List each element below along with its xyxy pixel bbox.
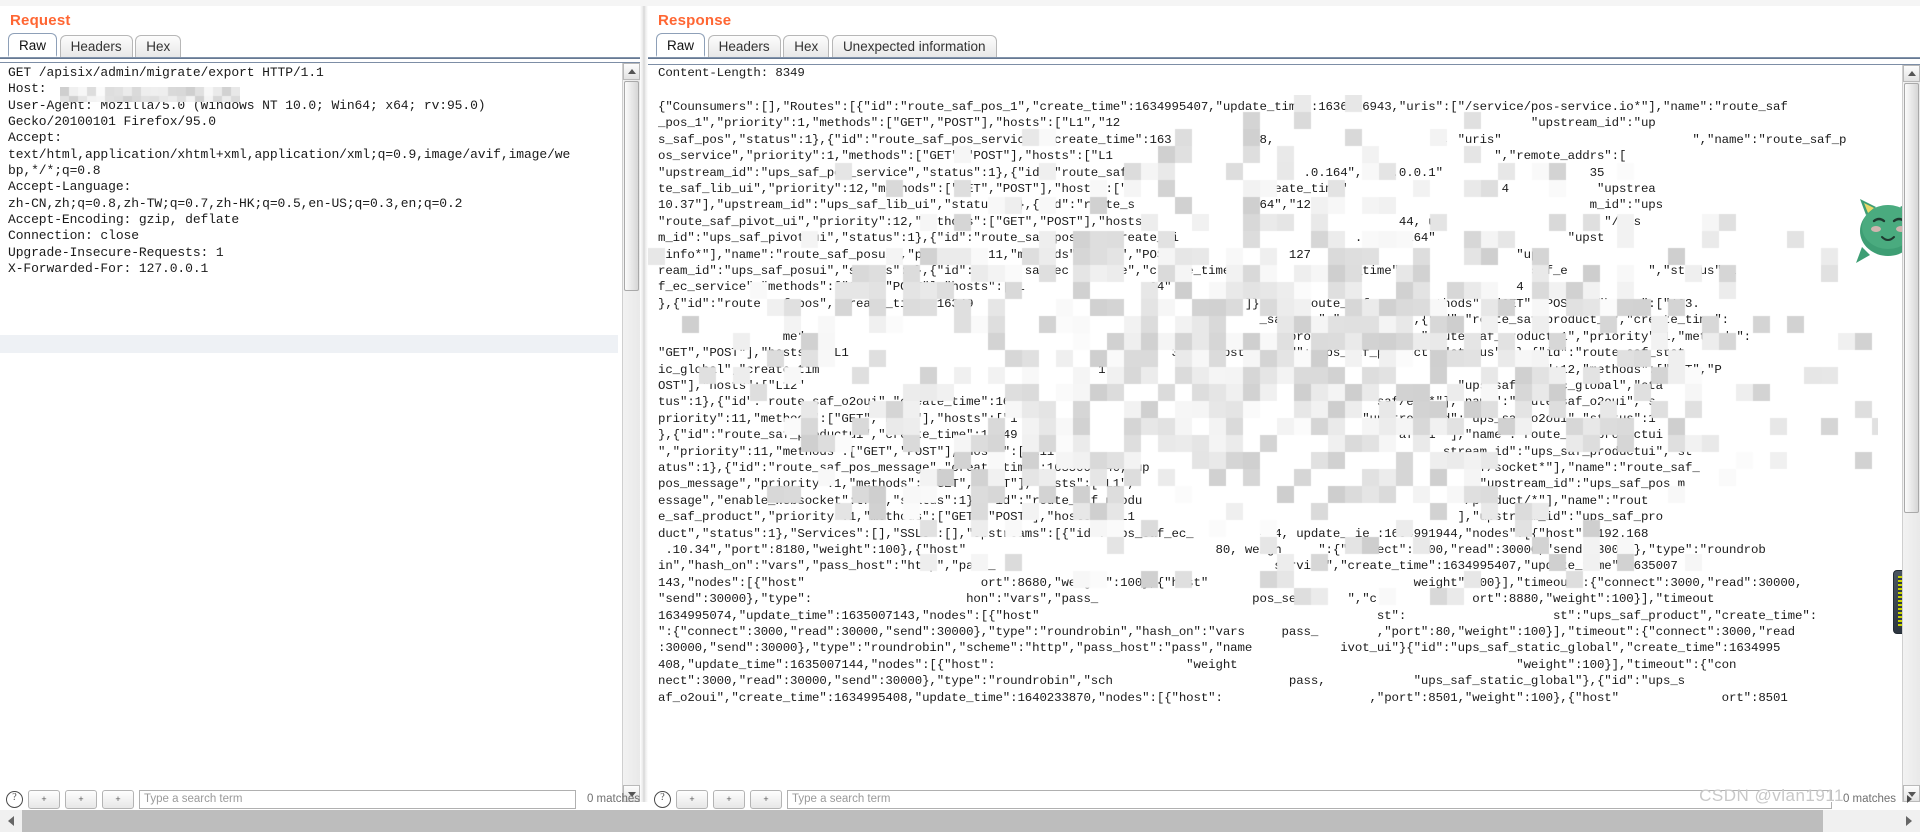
hscroll-thumb[interactable] — [22, 810, 1823, 832]
response-panel-title: Response — [658, 12, 732, 29]
response-scroll-up-icon[interactable] — [1903, 65, 1920, 82]
request-content-area: GET /apisix/admin/migrate/export HTTP/1.… — [0, 62, 640, 802]
request-tab-raw-label: Raw — [19, 38, 47, 53]
response-toolbar-button-2[interactable]: + — [713, 789, 745, 809]
response-tab-raw[interactable]: Raw — [656, 33, 706, 57]
panel-divider[interactable] — [640, 6, 648, 802]
response-tab-unexpected-information-label: Unexpected information — [842, 39, 986, 54]
request-tabstrip: Raw Headers Hex — [0, 33, 640, 59]
request-panel: Request Raw Headers Hex GET /apisix/admi… — [0, 6, 640, 802]
response-tab-raw-label: Raw — [667, 38, 695, 53]
response-panel: Response Raw Headers Hex Unexpected info… — [648, 6, 1920, 802]
response-toolbar-button-3[interactable]: + — [750, 789, 782, 809]
response-find-input[interactable]: Type a search term — [787, 789, 1832, 809]
response-expand-chevron-icon[interactable] — [1907, 795, 1912, 803]
request-match-count: 0 matches — [586, 793, 640, 805]
request-scroll-up-icon[interactable] — [623, 63, 640, 80]
request-vertical-scrollbar[interactable] — [622, 63, 640, 802]
hscroll-track[interactable] — [22, 810, 1898, 832]
response-tab-unexpected-information[interactable]: Unexpected information — [831, 35, 997, 57]
response-scroll-thumb[interactable] — [1904, 83, 1919, 513]
response-tab-headers-label: Headers — [718, 39, 770, 54]
request-find-input[interactable]: Type a search term — [139, 789, 576, 809]
request-tab-raw[interactable]: Raw — [8, 33, 58, 57]
request-raw-text[interactable]: GET /apisix/admin/migrate/export HTTP/1.… — [8, 65, 618, 802]
response-tab-headers[interactable]: Headers — [707, 35, 781, 57]
response-tab-hex[interactable]: Hex — [783, 35, 830, 57]
response-tabstrip: Raw Headers Hex Unexpected information — [648, 33, 1920, 59]
request-toolbar-button-3[interactable]: + — [102, 789, 134, 809]
request-toolbar-button-2[interactable]: + — [65, 789, 97, 809]
request-tab-headers[interactable]: Headers — [59, 35, 133, 57]
response-content-area: Content-Length: 8349 {"Counsumers":[],"R… — [648, 64, 1920, 802]
response-match-count: 0 matches — [1842, 793, 1896, 805]
burp-repeater-window: Request Raw Headers Hex GET /apisix/admi… — [0, 0, 1920, 832]
hscroll-right-arrow-icon[interactable] — [1898, 810, 1920, 832]
request-panel-title: Request — [10, 12, 71, 29]
hscroll-left-arrow-icon[interactable] — [0, 810, 22, 832]
response-help-icon[interactable]: ? — [654, 790, 671, 808]
csdn-watermark: CSDN @vlan1911 — [1699, 786, 1844, 805]
response-tab-hex-label: Hex — [794, 39, 819, 54]
request-help-icon[interactable]: ? — [6, 790, 23, 808]
request-tab-hex[interactable]: Hex — [135, 35, 182, 57]
request-scroll-thumb[interactable] — [624, 81, 639, 291]
request-find-toolbar: ? + + + Type a search term 0 matches — [0, 788, 646, 810]
request-tab-headers-label: Headers — [70, 39, 122, 54]
response-raw-text[interactable]: {"Counsumers":[],"Routes":[{"id":"route_… — [658, 99, 1890, 802]
request-toolbar-button-1[interactable]: + — [28, 789, 60, 809]
response-toolbar-button-1[interactable]: + — [676, 789, 708, 809]
request-tab-hex-label: Hex — [146, 39, 171, 54]
response-vertical-scrollbar[interactable] — [1902, 65, 1920, 802]
page-horizontal-scrollbar[interactable] — [0, 810, 1920, 832]
